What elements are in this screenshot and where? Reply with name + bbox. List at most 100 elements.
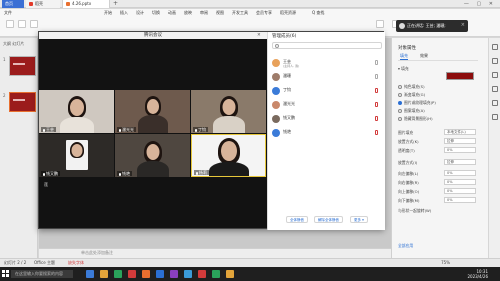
tab-effect[interactable]: 效果 bbox=[420, 53, 428, 59]
mic-icon bbox=[43, 172, 45, 176]
format-icon[interactable] bbox=[492, 58, 498, 64]
format-painter-button[interactable] bbox=[30, 20, 38, 28]
avatar bbox=[272, 87, 280, 95]
fill-option[interactable]: 纯色填充(S) bbox=[398, 84, 425, 90]
shape-icon[interactable] bbox=[492, 72, 498, 78]
mic-muted-icon[interactable] bbox=[375, 102, 378, 107]
mic-icon[interactable] bbox=[375, 60, 378, 65]
avatar bbox=[272, 101, 280, 109]
fill-color-swatch[interactable] bbox=[446, 72, 474, 80]
video-tile-active-speaker[interactable]: 杨莉 bbox=[191, 134, 266, 177]
menu-design[interactable]: 设计 bbox=[136, 9, 144, 17]
more-button[interactable]: 更多 ▾ bbox=[350, 216, 368, 223]
taskbar-app-icon[interactable] bbox=[156, 270, 164, 278]
video-tile[interactable]: 丁钧 bbox=[191, 90, 266, 133]
taskbar-app-icon[interactable] bbox=[226, 270, 234, 278]
mic-icon[interactable] bbox=[375, 74, 378, 79]
video-tile[interactable]: 王芸 bbox=[39, 90, 114, 133]
mic-muted-icon[interactable] bbox=[375, 130, 378, 135]
menu-transition[interactable]: 切换 bbox=[152, 9, 160, 17]
fill-option[interactable]: 渐变填充(G) bbox=[398, 92, 425, 98]
menu-docer[interactable]: 稻壳资源 bbox=[280, 9, 296, 17]
window-controls[interactable]: — ▢ ✕ bbox=[464, 0, 496, 8]
taskbar-app-icon[interactable] bbox=[114, 270, 122, 278]
theme-name: Office 主题 bbox=[34, 260, 55, 265]
windows-start-icon[interactable] bbox=[2, 270, 9, 277]
backup-icon[interactable] bbox=[492, 100, 498, 106]
taskbar-app-icon[interactable] bbox=[198, 270, 206, 278]
tab-wps[interactable]: 稻壳 bbox=[26, 0, 60, 8]
clock-date: 2023/4/26 bbox=[467, 274, 488, 279]
offset-left-field[interactable]: 0% bbox=[444, 170, 476, 176]
member-row[interactable]: 王芸 (主持人, 我) bbox=[272, 58, 382, 69]
close-icon[interactable]: × bbox=[461, 22, 465, 28]
fill-option[interactable]: 图片或纹理填充(P) bbox=[398, 100, 436, 106]
tab-document[interactable]: 4.26.pptx bbox=[62, 0, 110, 8]
menu-member[interactable]: 会员专享 bbox=[256, 9, 272, 17]
offset-right-field[interactable]: 0% bbox=[444, 179, 476, 185]
member-row[interactable]: 钱艳 bbox=[272, 128, 382, 139]
offset-top-field[interactable]: 0% bbox=[444, 188, 476, 194]
fill-option[interactable]: 隐藏背景图形(H) bbox=[398, 116, 433, 122]
transparency-field[interactable]: 0% bbox=[444, 147, 476, 153]
tile-mode-select[interactable]: 拉伸 bbox=[444, 159, 476, 165]
participant-name-text: 钱又鹏 bbox=[46, 171, 58, 176]
video-tile[interactable]: 钱又鹏 bbox=[39, 134, 114, 177]
mute-all-button[interactable]: 全体静音 bbox=[286, 216, 308, 223]
member-row[interactable]: 钱又鹏 bbox=[272, 114, 382, 125]
menu-view[interactable]: 视图 bbox=[216, 9, 224, 17]
members-search-input[interactable] bbox=[272, 42, 382, 49]
taskbar-search-input[interactable]: 在这里输入你要搜索的内容 bbox=[11, 270, 73, 278]
field-label: 图片填充 bbox=[398, 130, 414, 135]
unmute-all-button[interactable]: 解除全体静音 bbox=[314, 216, 343, 223]
tab-home[interactable]: 首页 bbox=[2, 0, 24, 8]
new-tab-button[interactable]: + bbox=[113, 0, 118, 8]
slide-thumbnail-2[interactable] bbox=[9, 92, 36, 112]
menu-home[interactable]: 开始 bbox=[104, 9, 112, 17]
zoom-level[interactable]: 75% bbox=[441, 260, 450, 265]
taskbar-app-icon[interactable] bbox=[170, 270, 178, 278]
fill-option[interactable]: 图案填充(A) bbox=[398, 108, 425, 114]
menu-developer[interactable]: 开发工具 bbox=[232, 9, 248, 17]
missing-font-indicator[interactable]: 缺失字体 bbox=[68, 260, 84, 266]
menu-animation[interactable]: 动画 bbox=[168, 9, 176, 17]
taskbar-app-icon[interactable] bbox=[128, 270, 136, 278]
taskbar-app-icon[interactable] bbox=[212, 270, 220, 278]
paste-button[interactable] bbox=[6, 20, 14, 28]
picture-source-select[interactable]: 本地文件(L) bbox=[444, 129, 476, 135]
outline-slides-tabs[interactable]: 大纲 幻灯片 bbox=[3, 41, 24, 47]
mic-muted-icon[interactable] bbox=[375, 88, 378, 93]
fill-section-header[interactable]: ▾ 填充 bbox=[398, 66, 409, 72]
ribbon-right-button-1[interactable] bbox=[376, 20, 384, 28]
properties-icon[interactable] bbox=[492, 44, 498, 50]
placement-select[interactable]: 拉伸 bbox=[444, 138, 476, 144]
taskbar-app-icon[interactable] bbox=[100, 270, 108, 278]
cut-button[interactable] bbox=[18, 20, 26, 28]
slide-thumbnail-1[interactable] bbox=[9, 56, 36, 76]
video-tile[interactable]: 潘光光 bbox=[115, 90, 190, 133]
menu-slideshow[interactable]: 放映 bbox=[184, 9, 192, 17]
close-icon[interactable]: ✕ bbox=[257, 32, 261, 39]
animation-icon[interactable] bbox=[492, 86, 498, 92]
member-row[interactable]: 潘珊 bbox=[272, 72, 382, 83]
member-row[interactable]: 丁钧 bbox=[272, 86, 382, 97]
tab-fill[interactable]: 填充 bbox=[400, 53, 408, 60]
share-icon[interactable] bbox=[492, 114, 498, 120]
taskbar-clock[interactable]: 10:31 2023/4/26 bbox=[467, 269, 488, 279]
person-body bbox=[212, 116, 245, 133]
menu-search[interactable]: Q 查找 bbox=[312, 9, 324, 17]
taskbar-app-icon[interactable] bbox=[184, 270, 192, 278]
offset-bottom-field[interactable]: 0% bbox=[444, 197, 476, 203]
video-tile[interactable]: 钱艳 bbox=[115, 134, 190, 177]
apply-all-button[interactable]: 全部应用 bbox=[398, 243, 413, 249]
mic-muted-icon[interactable] bbox=[375, 116, 378, 121]
menu-insert[interactable]: 插入 bbox=[120, 9, 128, 17]
member-row[interactable]: 潘光光 bbox=[272, 100, 382, 111]
taskbar-app-icon[interactable] bbox=[142, 270, 150, 278]
rotate-with-shape-checkbox[interactable]: 与形状一起旋转(W) bbox=[398, 208, 431, 214]
menu-file[interactable]: 文件 bbox=[4, 9, 12, 17]
notes-area[interactable]: 单击此处添加备注 bbox=[39, 248, 391, 258]
fill-option-label: 图案填充(A) bbox=[404, 108, 425, 113]
menu-review[interactable]: 审阅 bbox=[200, 9, 208, 17]
taskbar-app-icon[interactable] bbox=[86, 270, 94, 278]
